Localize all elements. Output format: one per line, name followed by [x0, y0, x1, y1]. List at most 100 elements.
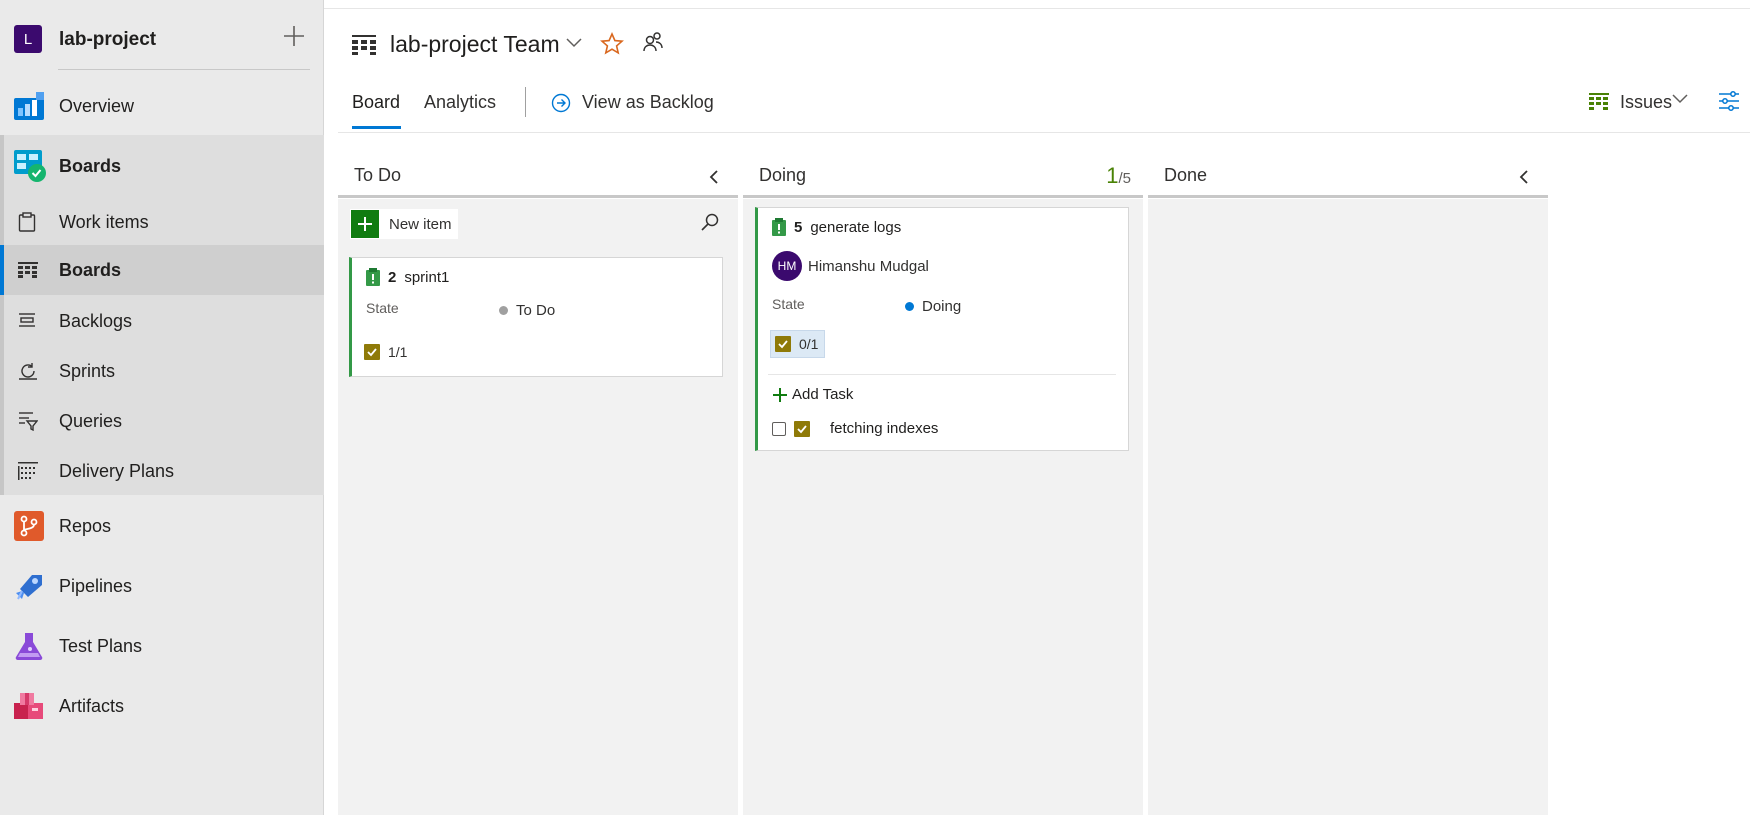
column-title: To Do	[354, 165, 402, 185]
card-title-row: 2 sprint1	[366, 268, 449, 286]
backlogs-icon	[19, 313, 35, 327]
child-count-text: 1/1	[388, 344, 408, 360]
sprints-icon	[19, 363, 37, 380]
nav-item-delivery-plans[interactable]: Delivery Plans	[0, 451, 324, 491]
nav-item-pipelines[interactable]: Pipelines	[0, 566, 324, 606]
task-title[interactable]: fetching indexes	[830, 420, 938, 437]
nav-label-artifacts: Artifacts	[59, 695, 125, 716]
header-divider	[338, 132, 1750, 133]
nav-label-overview: Overview	[59, 95, 135, 116]
nav-item-artifacts[interactable]: Artifacts	[0, 686, 324, 726]
child-items-counter[interactable]: 0/1	[770, 330, 826, 358]
nav-item-overview[interactable]: Overview	[0, 86, 324, 126]
work-item-card[interactable]: 5 generate logs HM Himanshu Mudgal State…	[755, 207, 1129, 451]
view-as-backlog-label: View as Backlog	[582, 92, 714, 112]
pipelines-icon	[16, 575, 42, 600]
overview-icon	[14, 92, 44, 120]
top-border	[324, 8, 1750, 9]
child-items-counter[interactable]: 1/1	[364, 338, 407, 366]
column-header-doing: Doing 1/5	[743, 160, 1143, 198]
chevron-down-icon[interactable]	[1672, 94, 1688, 104]
chevron-left-icon[interactable]	[708, 169, 720, 185]
repos-icon	[14, 511, 44, 541]
new-item-label: New item	[389, 215, 452, 233]
work-item-id: 5	[794, 218, 803, 236]
add-icon[interactable]	[282, 24, 306, 48]
azure-devops-board: L lab-project Overview Boards Work items…	[0, 0, 1750, 815]
board-grid-icon	[1589, 93, 1609, 110]
backlog-level-selector[interactable]: Issues	[1620, 92, 1672, 113]
divider	[768, 374, 1116, 375]
issue-icon	[772, 218, 786, 236]
nav-item-work-items[interactable]: Work items	[0, 202, 324, 242]
divider	[525, 87, 526, 117]
nav-label-test-plans: Test Plans	[59, 635, 143, 656]
plus-icon	[773, 387, 787, 402]
nav-item-test-plans[interactable]: Test Plans	[0, 626, 324, 666]
assignee[interactable]: HM Himanshu Mudgal	[772, 251, 929, 281]
nav-label-boards: Boards	[59, 259, 122, 280]
child-count-text: 0/1	[799, 336, 819, 352]
child-task-row[interactable]: fetching indexes	[772, 420, 938, 437]
card-title-row: 5 generate logs	[772, 218, 901, 236]
project-name[interactable]: lab-project	[59, 29, 156, 51]
task-check-icon	[775, 336, 791, 352]
column-doing: 5 generate logs HM Himanshu Mudgal State…	[743, 199, 1143, 815]
column-done	[1148, 199, 1548, 815]
column-title: Done	[1164, 165, 1208, 185]
team-selector[interactable]: lab-project Team	[390, 31, 560, 58]
state-value[interactable]: Doing	[905, 298, 961, 315]
nav-item-repos[interactable]: Repos	[0, 506, 324, 546]
test-plans-icon	[15, 633, 43, 661]
view-as-backlog-link[interactable]: View as Backlog	[551, 92, 714, 113]
nav-label-delivery-plans: Delivery Plans	[59, 460, 175, 481]
nav-item-boards[interactable]: Boards	[0, 245, 324, 295]
arrow-circle-icon	[551, 93, 571, 112]
work-item-title[interactable]: generate logs	[810, 219, 901, 236]
nav-label-sprints: Sprints	[59, 360, 116, 381]
nav-label-queries: Queries	[59, 410, 123, 431]
wip-current: 1	[1106, 163, 1119, 188]
board-settings-icon[interactable]	[1718, 90, 1740, 112]
add-task-button[interactable]: Add Task	[772, 386, 853, 403]
state-label: State	[772, 296, 805, 312]
new-item-button[interactable]: New item	[350, 209, 458, 239]
task-complete-checkbox[interactable]	[772, 421, 786, 436]
divider	[58, 69, 310, 70]
work-item-card[interactable]: 2 sprint1 State To Do 1/1	[349, 257, 723, 377]
state-value[interactable]: To Do	[499, 302, 555, 319]
column-title: Doing	[759, 165, 807, 185]
tab-analytics[interactable]: Analytics	[424, 92, 496, 113]
selected-indicator	[0, 245, 4, 295]
tab-selected-indicator	[352, 126, 401, 129]
search-icon[interactable]	[700, 212, 720, 232]
favorite-star-icon[interactable]	[600, 32, 624, 56]
work-item-title[interactable]: sprint1	[404, 269, 449, 286]
team-members-icon[interactable]	[642, 31, 664, 53]
nav-item-boards-hub[interactable]: Boards	[0, 143, 324, 189]
state-dot	[499, 306, 508, 315]
issue-icon	[366, 268, 380, 286]
plus-icon	[351, 210, 379, 238]
chevron-down-icon[interactable]	[566, 38, 582, 48]
left-navigation: L lab-project Overview Boards Work items…	[0, 0, 324, 815]
nav-label-boards-hub: Boards	[59, 155, 122, 176]
nav-item-queries[interactable]: Queries	[0, 401, 324, 441]
assignee-name: Himanshu Mudgal	[808, 257, 929, 275]
board-grid-icon	[352, 35, 376, 55]
task-check-icon	[794, 420, 810, 437]
chevron-left-icon[interactable]	[1518, 169, 1530, 185]
task-check-icon	[364, 344, 380, 360]
column-header-done: Done	[1148, 160, 1548, 198]
column-todo: New item 2 sprint1 State To Do 1/1	[338, 199, 738, 815]
state-text: To Do	[516, 302, 556, 319]
nav-item-backlogs[interactable]: Backlogs	[0, 301, 324, 341]
project-header[interactable]: L lab-project	[0, 0, 324, 70]
state-dot	[905, 302, 914, 311]
nav-item-sprints[interactable]: Sprints	[0, 351, 324, 391]
nav-label-work-items: Work items	[59, 211, 149, 232]
boards-hub-icon	[14, 150, 46, 182]
tab-board[interactable]: Board	[352, 92, 400, 113]
nav-label-pipelines: Pipelines	[59, 575, 133, 596]
delivery-plans-icon	[18, 462, 38, 480]
